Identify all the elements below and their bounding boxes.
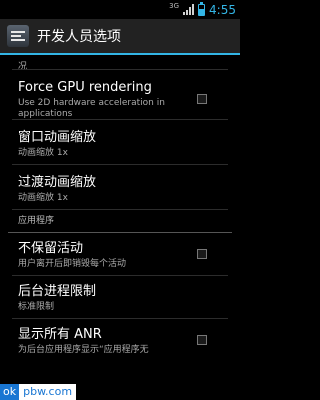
transition-animation-scale-item[interactable]: 过渡动画缩放 动画缩放 1x xyxy=(0,165,240,209)
show-all-anrs-item[interactable]: 显示所有 ANR 为后台应用程序显示“应用程序无 xyxy=(0,319,240,359)
battery-charging-icon xyxy=(198,1,206,16)
status-clock: 4:55 xyxy=(209,2,236,17)
partial-item-label: 况 xyxy=(18,62,28,70)
developer-options-icon[interactable] xyxy=(7,25,29,47)
watermark-domain: pbw.com xyxy=(19,384,77,400)
list-item-partial: 况 xyxy=(0,55,240,70)
network-type-label: 3G xyxy=(169,1,180,10)
item-title: 显示所有 ANR xyxy=(18,327,102,342)
item-title: 不保留活动 xyxy=(18,241,84,256)
item-summary: 为后台应用程序显示“应用程序无 xyxy=(18,345,149,355)
item-summary: 动画缩放 1x xyxy=(18,148,68,158)
site-watermark: ok pbw.com xyxy=(0,384,77,400)
item-summary: 动画缩放 1x xyxy=(18,193,68,203)
window-animation-scale-item[interactable]: 窗口动画缩放 动画缩放 1x xyxy=(0,120,240,164)
settings-list[interactable]: 况 Force GPU rendering Use 2D hardware ac… xyxy=(0,55,240,359)
action-bar: 开发人员选项 xyxy=(0,19,240,55)
item-summary: Use 2D hardware acceleration in applicat… xyxy=(18,98,165,119)
watermark-prefix: ok xyxy=(0,384,20,400)
force-gpu-rendering-item[interactable]: Force GPU rendering Use 2D hardware acce… xyxy=(0,70,240,119)
force-gpu-checkbox[interactable] xyxy=(197,94,207,104)
item-title: 窗口动画缩放 xyxy=(18,130,97,145)
dont-keep-activities-checkbox[interactable] xyxy=(197,249,207,259)
section-header-apps: 应用程序 xyxy=(18,216,55,226)
show-all-anrs-checkbox[interactable] xyxy=(197,335,207,345)
item-title: 过渡动画缩放 xyxy=(18,175,97,190)
item-title: Force GPU rendering xyxy=(18,80,152,95)
background-process-limit-item[interactable]: 后台进程限制 标准限制 xyxy=(0,276,240,318)
status-bar: 3G 4:55 xyxy=(0,0,240,19)
item-summary: 用户离开后即销毁每个活动 xyxy=(18,259,127,269)
item-summary: 标准限制 xyxy=(18,302,55,312)
item-title: 后台进程限制 xyxy=(18,284,97,299)
dont-keep-activities-item[interactable]: 不保留活动 用户离开后即销毁每个活动 xyxy=(0,233,240,275)
page-title: 开发人员选项 xyxy=(37,29,121,45)
signal-strength-icon xyxy=(183,4,195,15)
